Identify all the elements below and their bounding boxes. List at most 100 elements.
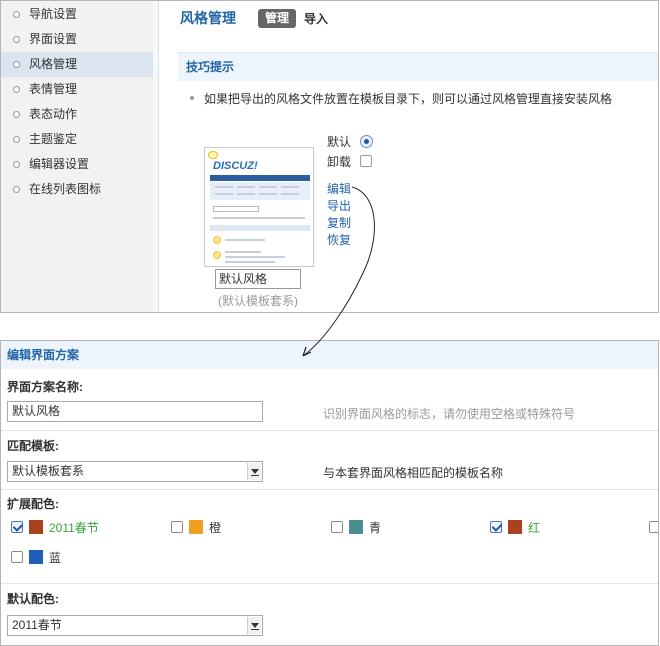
thumb-line — [281, 186, 299, 188]
thumb-line — [259, 193, 277, 195]
sidebar-divider — [153, 1, 159, 312]
style-name-input[interactable]: 默认风格 — [215, 269, 301, 289]
thumb-avatar-icon — [213, 251, 221, 259]
color-name: 2011春节 — [49, 520, 99, 535]
thumb-line — [215, 186, 233, 188]
sidebar-item-5[interactable]: 主题鉴定 — [1, 127, 153, 152]
sidebar-item-label: 导航设置 — [29, 7, 78, 21]
color-checkbox[interactable] — [11, 521, 23, 533]
color-checkbox[interactable] — [490, 521, 502, 533]
style-management-panel: 导航设置 界面设置 风格管理 表情管理 表态动作 主题鉴定 编辑器设置 在线列表图标 风格管理… — [0, 0, 659, 313]
tab-manage[interactable]: 管理 — [258, 8, 297, 28]
bullet-icon — [13, 61, 20, 68]
bullet-icon — [13, 161, 20, 168]
bullet-icon — [13, 111, 20, 118]
template-select[interactable]: 默认模板套系 — [7, 461, 263, 482]
tips-header: 技巧提示 — [178, 52, 658, 81]
color-name: 蓝 — [49, 550, 62, 565]
sidebar-item-3[interactable]: 表情管理 — [1, 77, 153, 102]
color-swatch — [349, 520, 363, 534]
bullet-icon — [13, 86, 20, 93]
style-thumbnail[interactable]: DISCUZ! — [204, 147, 314, 267]
default-color-value: 2011春节 — [12, 618, 62, 632]
edit-link[interactable]: 编辑 — [327, 180, 351, 197]
select-arrow-icon — [247, 617, 261, 634]
sidebar-item-2[interactable]: 风格管理 — [1, 52, 153, 77]
restore-link[interactable]: 恢复 — [327, 231, 351, 248]
thumb-line — [225, 261, 275, 263]
default-color-label: 默认配色: — [7, 592, 59, 606]
color-checkbox[interactable] — [649, 521, 658, 533]
color-option-blue[interactable]: 蓝 — [11, 548, 61, 566]
thumb-line — [225, 251, 261, 253]
title-row: 风格管理 管理 导入 — [180, 7, 328, 29]
thumb-subnav — [210, 182, 310, 200]
thumb-line — [213, 217, 305, 219]
color-swatch — [508, 520, 522, 534]
thumb-line — [225, 239, 265, 241]
sidebar-list: 导航设置界面设置风格管理表情管理表态动作主题鉴定编辑器设置在线列表图标 — [1, 1, 153, 202]
copy-link[interactable]: 复制 — [327, 214, 351, 231]
color-name: 橙 — [209, 520, 222, 535]
template-set-label: (默认模板套系) — [218, 294, 298, 308]
tab-import[interactable]: 导入 — [304, 10, 328, 27]
default-radio[interactable] — [360, 135, 373, 148]
sidebar-item-7[interactable]: 在线列表图标 — [1, 177, 153, 202]
edit-scheme-panel: 编辑界面方案 界面方案名称: 默认风格 识别界面风格的标志，请勿使用空格或特殊符… — [0, 340, 659, 646]
colors-label: 扩展配色: — [7, 497, 59, 511]
page-title: 风格管理 — [180, 10, 236, 26]
scheme-name-hint: 识别界面风格的标志，请勿使用空格或特殊符号 — [323, 407, 576, 421]
tip-text-label: 如果把导出的风格文件放置在模板目录下，则可以通过风格管理直接安装风格 — [204, 92, 613, 106]
select-arrow-icon — [247, 463, 261, 480]
sidebar-item-label: 编辑器设置 — [29, 157, 90, 171]
thumb-line — [259, 186, 277, 188]
color-checkbox[interactable] — [171, 521, 183, 533]
color-option-2011-spring[interactable]: 2011春节 — [11, 518, 99, 536]
bullet-icon — [13, 36, 20, 43]
edit-panel-header: 编辑界面方案 — [1, 341, 658, 369]
color-option-partial[interactable] — [649, 518, 658, 536]
thumb-line — [281, 193, 299, 195]
thumb-section-bar — [210, 225, 310, 231]
sidebar-item-6[interactable]: 编辑器设置 — [1, 152, 153, 177]
template-desc: 与本套界面风格相匹配的模板名称 — [323, 466, 504, 480]
sidebar-item-label: 在线列表图标 — [29, 182, 102, 196]
color-name: 青 — [369, 520, 382, 535]
color-name: 红 — [528, 520, 541, 535]
thumb-line — [237, 186, 255, 188]
uninstall-checkbox[interactable] — [360, 155, 372, 167]
sidebar-item-0[interactable]: 导航设置 — [1, 2, 153, 27]
scheme-name-input[interactable]: 默认风格 — [7, 401, 263, 422]
color-swatch — [189, 520, 203, 534]
sidebar-item-label: 主题鉴定 — [29, 132, 78, 146]
divider — [1, 489, 658, 490]
sidebar-item-label: 表情管理 — [29, 82, 78, 96]
discuz-logo: DISCUZ! — [213, 160, 258, 172]
export-link[interactable]: 导出 — [327, 197, 351, 214]
sidebar-item-label: 风格管理 — [29, 57, 78, 71]
color-option-red[interactable]: 红 — [490, 518, 540, 536]
thumb-avatar-icon — [213, 236, 221, 244]
divider — [1, 583, 658, 584]
bullet-icon — [13, 186, 20, 193]
main-content: 风格管理 管理 导入 技巧提示 如果把导出的风格文件放置在模板目录下，则可以通过… — [160, 1, 658, 312]
template-label: 匹配模板: — [7, 439, 59, 453]
scheme-name-label: 界面方案名称: — [7, 380, 83, 394]
default-label: 默认 — [327, 135, 352, 149]
thumb-line — [215, 193, 233, 195]
color-option-orange[interactable]: 橙 — [171, 518, 221, 536]
color-checkbox[interactable] — [331, 521, 343, 533]
sidebar-item-4[interactable]: 表态动作 — [1, 102, 153, 127]
bullet-icon — [13, 136, 20, 143]
color-checkbox[interactable] — [11, 551, 23, 563]
thumb-line — [225, 256, 285, 258]
color-option-cyan[interactable]: 青 — [331, 518, 381, 536]
default-color-select[interactable]: 2011春节 — [7, 615, 263, 636]
sidebar-item-1[interactable]: 界面设置 — [1, 27, 153, 52]
color-swatch — [29, 550, 43, 564]
thumb-line — [237, 193, 255, 195]
bullet-icon — [13, 11, 20, 18]
thumb-nav-bar — [210, 175, 310, 181]
tip-text: 如果把导出的风格文件放置在模板目录下，则可以通过风格管理直接安装风格 — [190, 90, 612, 107]
thumb-search-box — [213, 206, 259, 212]
